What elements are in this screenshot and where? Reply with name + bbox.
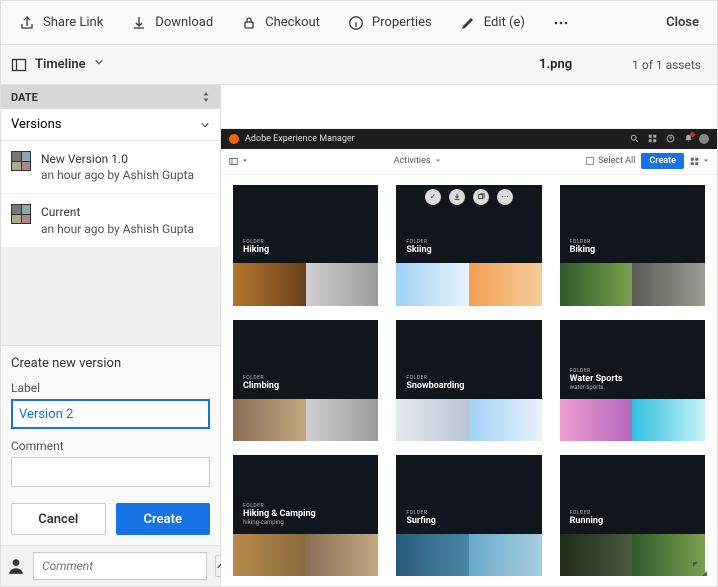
asset-title: 1.png [539,57,572,72]
more-icon: ⋯ [497,189,513,205]
aem-banner: Adobe Experience Manager [221,129,717,149]
folder-card: FOLDERHiking & Campinghiking-camping [233,455,378,576]
cancel-button[interactable]: Cancel [11,503,106,535]
download-button[interactable]: Download [117,1,227,44]
create-version-title: Create new version [11,356,210,371]
label-input[interactable] [11,399,210,429]
aem-toolbar: Activities Select All Create [221,149,717,175]
date-header-label: DATE [11,91,38,104]
lock-icon [241,15,257,31]
version-title: New Version 1.0 [41,151,194,167]
grid-icon [647,134,657,144]
adobe-logo-icon [229,134,239,144]
version-subtitle: an hour ago by Ashish Gupta [41,167,194,183]
version-item[interactable]: New Version 1.0 an hour ago by Ashish Gu… [1,141,220,194]
create-version-panel: Create new version Label Comment Cancel … [1,345,220,545]
date-header[interactable]: DATE [1,85,220,109]
version-subtitle: an hour ago by Ashish Gupta [41,221,194,237]
chevron-down-icon [94,57,110,73]
create-button[interactable]: Create [116,503,211,535]
folder-card: FOLDERWater Sportswater-sports [560,320,705,441]
select-all-checkbox: Select All [586,156,635,166]
comment-bar [1,545,220,586]
timeline-dropdown[interactable]: Timeline [11,57,110,73]
folder-card: FOLDERHiking [233,185,378,306]
timeline-label: Timeline [35,57,86,72]
breadcrumb-activities: Activities [394,156,441,166]
version-title: Current [41,204,194,220]
rail-toggle-icon [229,157,248,166]
view-switch-icon [690,157,709,166]
folder-card: FOLDERBiking [560,185,705,306]
share-link-label: Share Link [43,15,103,30]
copy-icon [473,189,489,205]
version-item[interactable]: Current an hour ago by Ashish Gupta [1,194,220,247]
sub-header: Timeline 1.png 1 of 1 assets [1,45,717,85]
properties-button[interactable]: Properties [334,1,446,44]
folder-cards-grid: FOLDERHiking FOLDERSkiing ✓ ⋯ FO [221,175,717,586]
close-label: Close [666,15,699,30]
download-icon [449,189,465,205]
create-pill: Create [641,153,684,169]
help-icon [665,134,675,144]
close-button[interactable]: Close [652,1,713,44]
preview-image: Adobe Experience Manager Activities Sele… [221,128,717,586]
edit-label: Edit (e) [484,15,525,30]
comment-input[interactable] [11,457,210,487]
asset-count: 1 of 1 assets [632,58,701,72]
folder-card: FOLDERSnowboarding [396,320,541,441]
properties-label: Properties [372,15,432,30]
versions-dropdown[interactable]: Versions [1,109,220,141]
bell-icon [683,134,693,144]
card-quick-actions: ✓ ⋯ [396,189,541,205]
timeline-sidebar: DATE Versions New Version 1.0 an hour ag… [1,85,221,586]
comment-field-label: Comment [11,439,210,453]
download-label: Download [155,15,213,30]
folder-card: FOLDERClimbing [233,320,378,441]
more-button[interactable] [539,1,583,44]
version-thumbnail [11,151,31,171]
versions-label: Versions [11,117,61,132]
check-icon: ✓ [425,189,441,205]
fullscreen-button[interactable] [691,560,709,578]
share-icon [19,15,35,31]
product-name: Adobe Experience Manager [245,134,355,144]
download-icon [131,15,147,31]
info-icon [348,15,364,31]
folder-card: FOLDERRunning [560,455,705,576]
pencil-icon [460,15,476,31]
share-link-button[interactable]: Share Link [5,1,117,44]
main-split: DATE Versions New Version 1.0 an hour ag… [1,85,717,586]
folder-card: FOLDERSkiing ✓ ⋯ [396,185,541,306]
version-thumbnail [11,204,31,224]
label-field-label: Label [11,381,210,395]
edit-button[interactable]: Edit (e) [446,1,539,44]
search-icon [629,134,639,144]
checkout-button[interactable]: Checkout [227,1,334,44]
rail-icon [11,57,27,73]
comment-quick-input[interactable] [33,552,207,580]
checkout-label: Checkout [265,15,320,30]
user-avatar-icon [699,134,709,144]
chevron-down-icon [200,120,210,130]
folder-card: FOLDERSurfing [396,455,541,576]
more-icon [553,15,569,31]
user-icon [7,557,25,575]
asset-preview: Adobe Experience Manager Activities Sele… [221,85,717,586]
top-toolbar: Share Link Download Checkout Properties … [1,1,717,45]
sort-icon [202,92,210,102]
